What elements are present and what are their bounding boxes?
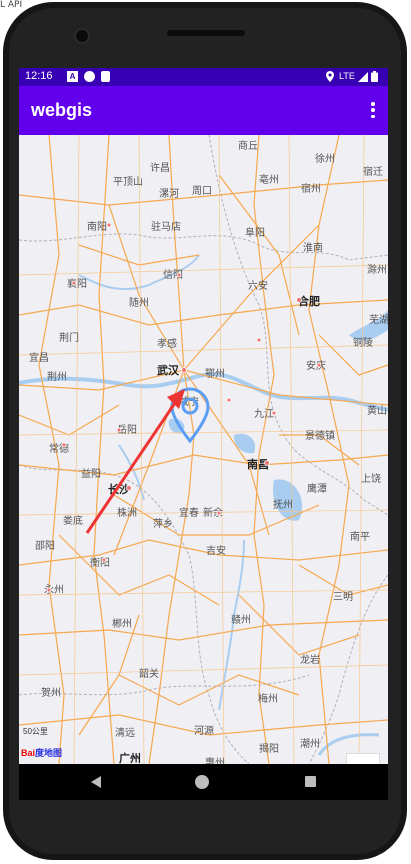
- earpiece-speaker: [167, 30, 245, 36]
- city-label: 许昌: [150, 163, 170, 174]
- city-label: 芜湖: [369, 315, 388, 326]
- city-label: 荆门: [59, 333, 79, 344]
- status-bar: 12:16 A LTE: [19, 68, 388, 86]
- city-label: 商丘: [238, 141, 258, 152]
- battery-icon: [371, 71, 378, 82]
- city-label: 安庆: [306, 361, 326, 372]
- notification-a-icon: A: [67, 71, 78, 82]
- city-label: 梅州: [258, 694, 278, 705]
- network-type: LTE: [339, 71, 355, 81]
- city-label: 河源: [194, 726, 214, 737]
- city-label: 抚州: [273, 500, 293, 511]
- city-label: 驻马店: [151, 222, 181, 233]
- city-label: 宜昌: [29, 353, 49, 364]
- app-title: webgis: [31, 100, 93, 120]
- city-label: 六安: [248, 281, 268, 292]
- city-label: 宿州: [301, 184, 321, 195]
- city-label: 新余: [203, 508, 223, 519]
- city-label: 宿迁: [363, 167, 383, 178]
- map-base-layer: [19, 135, 388, 764]
- baidu-map-logo: Bai度地图: [21, 746, 62, 759]
- home-icon[interactable]: [195, 775, 209, 789]
- city-label: 三明: [333, 592, 353, 603]
- city-label: 贺州: [41, 688, 61, 699]
- city-label: 永州: [44, 585, 64, 596]
- city-label: 阜阳: [245, 228, 265, 239]
- city-label: 随州: [129, 298, 149, 309]
- annotation-arrow: [85, 389, 185, 534]
- lake-shape: [233, 433, 256, 454]
- city-label: 赣州: [231, 615, 251, 626]
- city-label: 滁州: [367, 265, 387, 276]
- city-label: 惠州: [205, 758, 225, 764]
- city-label: 孝感: [157, 339, 177, 350]
- location-icon: [324, 71, 335, 82]
- overflow-menu-icon[interactable]: [370, 102, 376, 118]
- city-label-major: 广州: [119, 753, 141, 764]
- boundary: [19, 233, 388, 261]
- city-label: 亳州: [259, 175, 279, 186]
- front-camera: [74, 28, 90, 44]
- city-label: 郴州: [112, 619, 132, 630]
- system-nav-bar: [19, 764, 388, 800]
- city-label: 吉安: [206, 546, 226, 557]
- city-label: 襄阳: [67, 279, 87, 290]
- city-label: 潮州: [300, 739, 320, 750]
- background-window-text: L API: [0, 0, 23, 10]
- city-label: 九江: [254, 409, 274, 420]
- map-scale: 50公里: [23, 727, 48, 736]
- city-label: 常德: [49, 444, 69, 455]
- city-label-major: 南昌: [247, 459, 269, 471]
- city-label: 鹰潭: [307, 484, 327, 495]
- city-label: 平顶山: [113, 177, 143, 188]
- signal-icon: [357, 71, 368, 82]
- city-label: 上饶: [361, 474, 381, 485]
- city-label: 衡阳: [90, 558, 110, 569]
- city-label: 南平: [350, 532, 370, 543]
- zoom-in-button[interactable]: +: [346, 753, 380, 764]
- city-label-major: 武汉: [157, 365, 179, 377]
- city-label: 周口: [192, 186, 212, 197]
- app-bar: webgis: [19, 86, 388, 135]
- city-label: 鄂州: [205, 369, 225, 380]
- recents-icon[interactable]: [305, 776, 316, 787]
- logo-text-blue: 度地图: [35, 748, 63, 758]
- city-label: 黄山: [367, 406, 387, 417]
- city-label: 龙岩: [300, 655, 320, 666]
- city-label: 荆州: [47, 372, 67, 383]
- status-time: 12:16: [25, 70, 53, 82]
- notification-app-icon: [84, 71, 95, 82]
- city-label: 漯河: [159, 189, 179, 200]
- city-label: 景德镇: [305, 431, 335, 442]
- logo-text-red: Bai: [21, 748, 36, 758]
- city-label: 揭阳: [259, 744, 279, 755]
- back-icon[interactable]: [91, 776, 101, 788]
- city-label: 清远: [115, 728, 135, 739]
- city-label: 信阳: [163, 270, 183, 281]
- city-label-major: 合肥: [298, 296, 320, 308]
- city-label: 韶关: [139, 669, 159, 680]
- city-label: 淮南: [303, 243, 323, 254]
- city-label: 徐州: [315, 154, 335, 165]
- phone-screen: 12:16 A LTE webgis 商丘 徐州 宿迁 平顶山 许昌 亳州 漯河…: [19, 68, 388, 800]
- city-label: 邵阳: [35, 541, 55, 552]
- minor-roads: [19, 135, 388, 764]
- sd-card-icon: [101, 71, 110, 82]
- city-label: 铜陵: [353, 338, 373, 349]
- city-label: 南阳: [87, 222, 107, 233]
- map-view[interactable]: 商丘 徐州 宿迁 平顶山 许昌 亳州 漯河 周口 宿州 南阳 驻马店 阜阳 淮南…: [19, 135, 388, 764]
